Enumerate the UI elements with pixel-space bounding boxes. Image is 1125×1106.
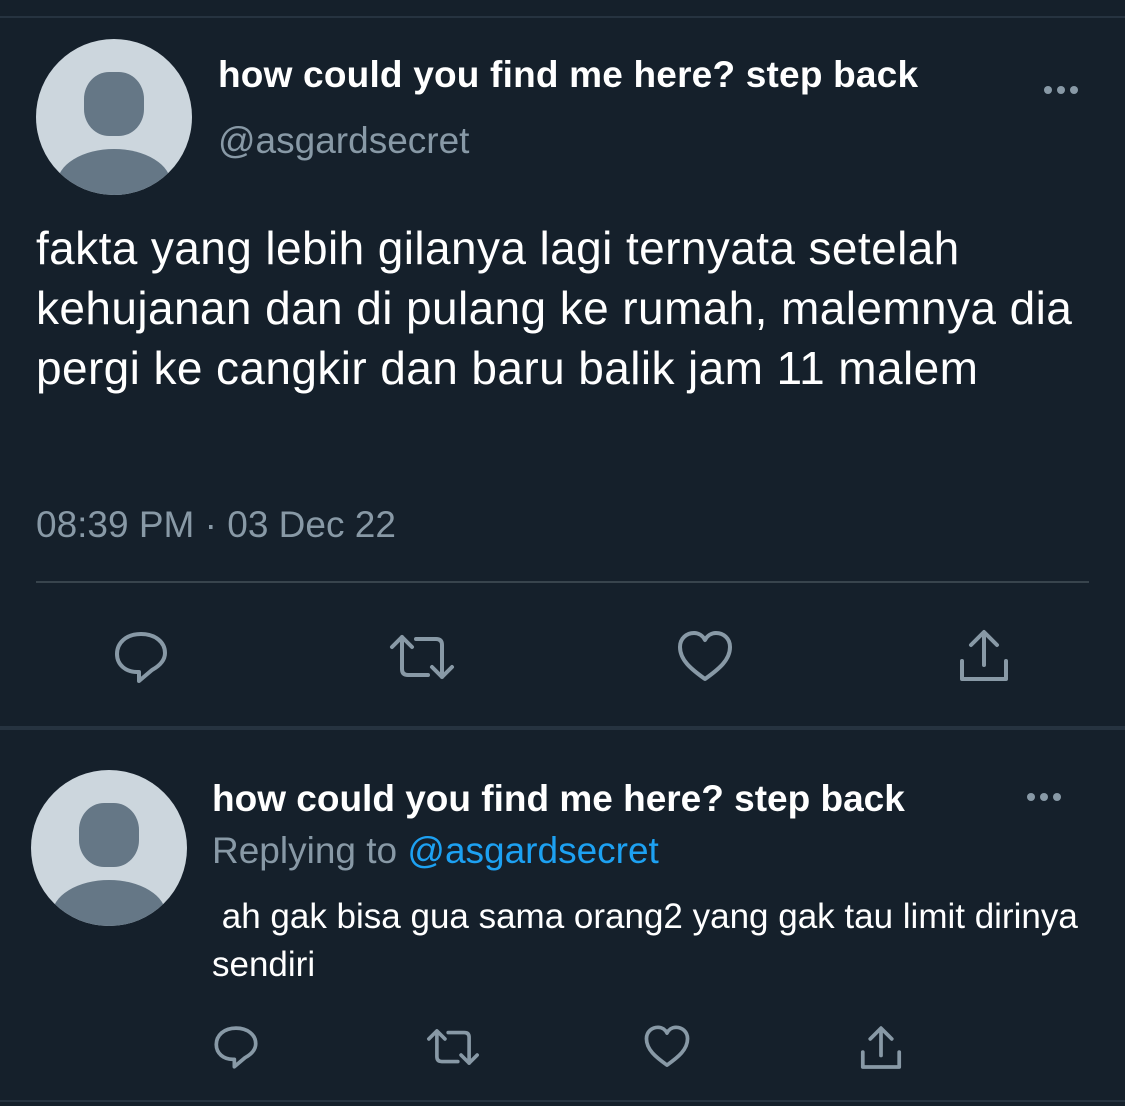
avatar-head-shape — [84, 72, 144, 136]
more-options-icon[interactable] — [1044, 86, 1078, 94]
reply-display-name[interactable]: how could you find me here? step back — [212, 778, 1012, 820]
avatar[interactable] — [36, 39, 192, 195]
reply-icon[interactable] — [112, 629, 170, 685]
replying-to-line: Replying to @asgardsecret — [212, 830, 659, 872]
more-options-icon[interactable] — [1027, 793, 1061, 801]
share-icon[interactable] — [858, 1024, 904, 1072]
tweet-timestamp[interactable]: 08:39 PM · 03 Dec 22 — [36, 504, 396, 546]
user-handle[interactable]: @asgardsecret — [218, 120, 469, 162]
section-divider — [0, 726, 1125, 730]
tweet-text: fakta yang lebih gilanya lagi ternyata s… — [36, 222, 1073, 394]
bottom-divider — [0, 1100, 1125, 1102]
retweet-icon[interactable] — [424, 1024, 482, 1070]
reply-icon[interactable] — [212, 1024, 260, 1070]
share-icon[interactable] — [957, 627, 1011, 685]
divider — [36, 581, 1089, 583]
like-icon[interactable] — [643, 1024, 691, 1070]
avatar-body-shape — [52, 880, 166, 926]
replying-to-mention[interactable]: @asgardsecret — [407, 830, 658, 871]
display-name[interactable]: how could you find me here? step back — [218, 54, 918, 96]
avatar-body-shape — [57, 149, 171, 195]
retweet-icon[interactable] — [386, 629, 458, 685]
replying-to-label: Replying to — [212, 830, 398, 871]
reply-text: ah gak bisa gua sama orang2 yang gak tau… — [212, 897, 1088, 984]
avatar-head-shape — [79, 803, 139, 867]
avatar[interactable] — [31, 770, 187, 926]
main-tweet: how could you find me here? step back @a… — [0, 18, 1125, 726]
like-icon[interactable] — [676, 629, 734, 685]
